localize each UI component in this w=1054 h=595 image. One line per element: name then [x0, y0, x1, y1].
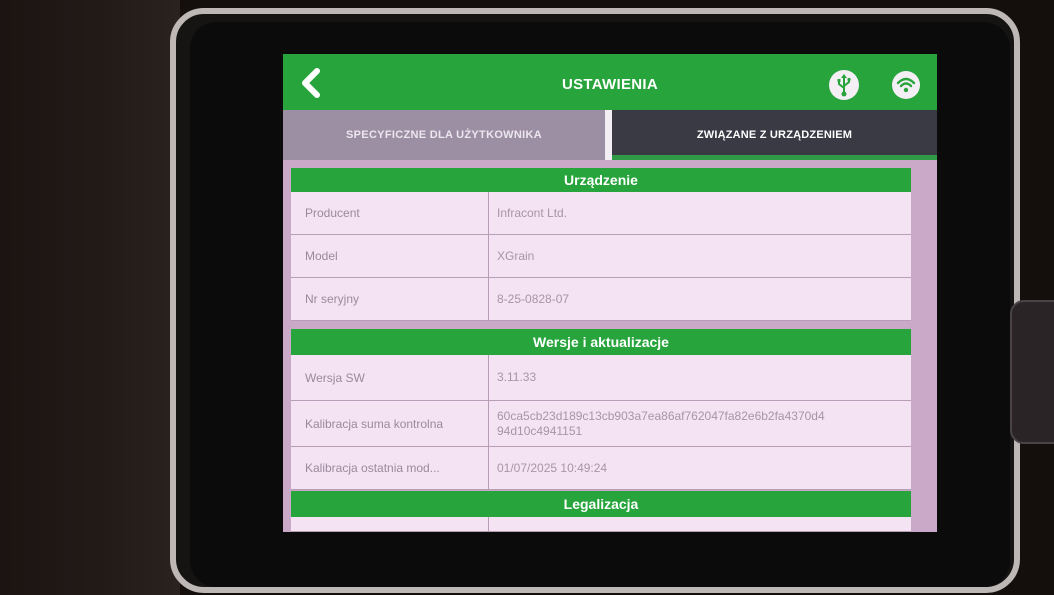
tab-divider [605, 110, 612, 160]
row-label: Kalibracja suma kontrolna [291, 401, 489, 446]
row-label: Producent [291, 192, 489, 234]
row-sw-version: Wersja SW 3.11.33 [291, 355, 911, 401]
row-calibration-checksum: Kalibracja suma kontrolna 60ca5cb23d189c… [291, 401, 911, 447]
row-partial [291, 517, 911, 532]
wifi-icon [892, 71, 920, 99]
active-tab-indicator [612, 155, 937, 160]
section-header-versions: Wersje i aktualizacje [291, 329, 911, 355]
section-header-device: Urządzenie [291, 168, 911, 192]
row-model: Model XGrain [291, 235, 911, 278]
row-value: XGrain [497, 248, 535, 263]
tab-device-related[interactable]: ZWIĄZANE Z URZĄDZENIEM [612, 110, 937, 160]
background-left [0, 0, 180, 595]
usb-icon [837, 74, 851, 97]
usb-button[interactable] [829, 70, 859, 100]
row-calibration-last-modified: Kalibracja ostatnia mod... 01/07/2025 10… [291, 447, 911, 490]
row-label: Wersja SW [291, 355, 489, 400]
row-value: 60ca5cb23d189c13cb903a7ea86af762047fa82e… [497, 408, 825, 438]
row-value: 3.11.33 [497, 370, 537, 384]
row-label [291, 517, 489, 531]
row-value: 01/07/2025 10:49:24 [497, 460, 608, 475]
section-header-legalization: Legalizacja [291, 491, 911, 517]
top-bar: USTAWIENIA [283, 54, 937, 110]
row-value: Infracont Ltd. [497, 205, 568, 220]
row-value: 8-25-0828-07 [497, 291, 570, 306]
row-serial-number: Nr seryjny 8-25-0828-07 [291, 278, 911, 321]
row-label: Kalibracja ostatnia mod... [291, 447, 489, 489]
row-label: Model [291, 235, 489, 277]
row-producer: Producent Infracont Ltd. [291, 192, 911, 235]
wifi-button[interactable] [891, 70, 921, 100]
device-side-handle [1010, 300, 1054, 444]
tab-user-specific[interactable]: SPECYFICZNE DLA UŻYTKOWNIKA [283, 110, 605, 160]
settings-screen: USTAWIENIA SPECYFICZNE DLA UŻYTKOWNIKA Z… [283, 54, 937, 532]
row-label: Nr seryjny [291, 278, 489, 320]
